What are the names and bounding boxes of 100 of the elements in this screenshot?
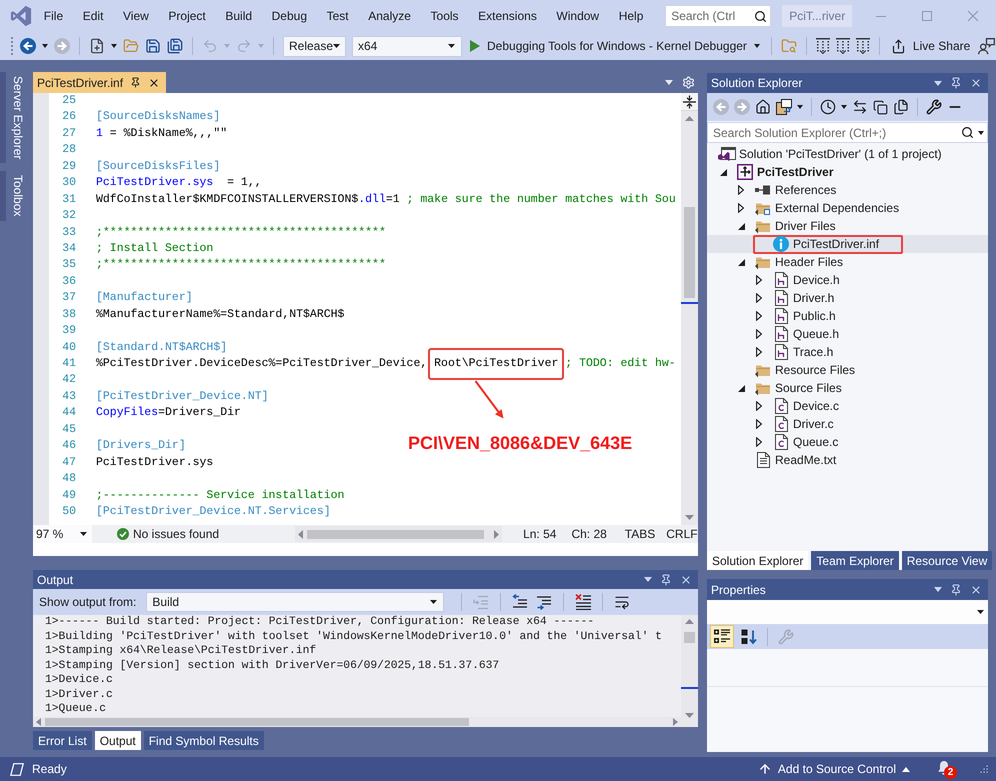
search-field[interactable]: Search Solution Explorer (Ctrl+;) (707, 122, 988, 143)
expand-arrow-icon[interactable] (756, 347, 762, 357)
documents-icon[interactable] (893, 99, 909, 115)
caret-icon[interactable] (430, 600, 438, 604)
search-field[interactable]: Search (Ctrl (665, 5, 772, 27)
caret-icon[interactable] (111, 44, 117, 48)
document-tab[interactable]: PciTestDriver.inf (33, 72, 166, 93)
scroll-down-icon[interactable] (685, 514, 694, 520)
indent-mode[interactable]: TABS (624, 527, 656, 541)
menu-item[interactable]: Analyze (358, 5, 421, 27)
scroll-right-icon[interactable] (673, 718, 678, 726)
caret-icon[interactable] (977, 610, 984, 614)
scrollbar-thumb[interactable] (45, 718, 469, 726)
horizontal-scrollbar[interactable] (33, 717, 681, 727)
search-icon[interactable] (754, 10, 768, 22)
view-toggle-button[interactable] (710, 625, 734, 648)
close-icon[interactable] (148, 76, 160, 88)
menu-item[interactable]: Window (546, 5, 609, 27)
scroll-up-icon[interactable] (685, 116, 694, 120)
expand-arrow-icon[interactable] (756, 329, 762, 339)
split-icon[interactable] (683, 94, 696, 108)
menu-item[interactable]: Edit (72, 5, 114, 27)
scrollbar-thumb[interactable] (307, 530, 484, 538)
resize-grip-icon[interactable] (980, 765, 988, 773)
wrench-icon[interactable] (926, 99, 942, 115)
expand-arrow-icon[interactable] (756, 311, 762, 321)
tree-item[interactable]: Trace.h (707, 343, 988, 361)
tree-item[interactable]: Public.h (707, 307, 988, 325)
scroll-left-icon[interactable] (36, 718, 41, 726)
scroll-left-icon[interactable] (298, 530, 304, 538)
sync-icon[interactable] (852, 99, 868, 115)
panel-tab[interactable]: Team Explorer (811, 551, 899, 570)
tree-item[interactable]: ReadMe.txt (707, 451, 988, 469)
expand-arrow-icon[interactable] (738, 203, 744, 213)
list-arrow-up-icon[interactable] (512, 594, 528, 610)
menu-item[interactable]: Help (608, 5, 654, 27)
scroll-down-icon[interactable] (685, 712, 694, 718)
source-control-button[interactable]: Add to Source Control (758, 762, 910, 776)
start-debugging-button[interactable]: Debugging Tools for Windows - Kernel Debugger (468, 37, 762, 55)
menu-item[interactable]: Project (158, 5, 216, 27)
expand-arrow-icon[interactable] (738, 185, 744, 195)
menu-item[interactable]: Test (316, 5, 358, 27)
panel-tab[interactable]: Find Symbol Results (144, 731, 264, 750)
tree-item[interactable]: Source Files (707, 379, 988, 397)
stacked-windows-icon[interactable] (873, 100, 888, 114)
tree-item[interactable]: Device.h (707, 271, 988, 289)
settings-icon[interactable] (682, 76, 695, 89)
menu-item[interactable]: Tools (420, 5, 468, 27)
caret-icon[interactable] (80, 532, 87, 536)
caret-icon[interactable] (448, 44, 455, 48)
new-file-icon[interactable] (89, 38, 105, 54)
window-arrows-icon[interactable] (776, 99, 792, 115)
feedback-icon[interactable] (978, 38, 996, 54)
tree-item[interactable]: Resource Files (707, 361, 988, 379)
pin-icon[interactable] (950, 584, 962, 596)
clear-list-icon[interactable] (575, 594, 592, 610)
caret-icon[interactable] (797, 105, 803, 109)
tree-item[interactable]: Driver.h (707, 289, 988, 307)
output-source-dropdown[interactable]: Build (146, 592, 444, 612)
home-icon[interactable] (755, 99, 771, 115)
search-icon[interactable] (961, 126, 974, 139)
vertical-scrollbar[interactable] (681, 93, 698, 525)
grip-icon[interactable] (10, 37, 14, 55)
close-icon[interactable] (970, 584, 982, 596)
close-icon[interactable] (680, 574, 692, 586)
scroll-up-icon[interactable] (685, 618, 694, 624)
tree-item[interactable]: Driver.c (707, 415, 988, 433)
menu-item[interactable]: Extensions (468, 5, 547, 27)
tree-item[interactable]: Device.c (707, 397, 988, 415)
expand-arrow-icon[interactable] (756, 437, 762, 447)
menu-item[interactable]: File (34, 5, 73, 27)
live-share-button[interactable]: Live Share (888, 36, 972, 56)
tree-item[interactable]: Queue.c (707, 433, 988, 451)
dotted-layout-icon[interactable] (856, 38, 870, 54)
collapse-arrow-icon[interactable] (720, 168, 727, 176)
back-icon[interactable] (20, 38, 36, 54)
dotted-layout-icon[interactable] (836, 38, 850, 54)
platform-dropdown[interactable]: x64 (352, 36, 462, 56)
caret-icon[interactable] (754, 44, 760, 48)
scrollbar-thumb[interactable] (684, 632, 695, 643)
dotted-layout-icon[interactable] (816, 38, 830, 54)
save-icon[interactable] (145, 38, 161, 54)
expand-arrow-icon[interactable] (756, 401, 762, 411)
tree-item[interactable]: Queue.h (707, 325, 988, 343)
clock-icon[interactable] (820, 99, 836, 115)
caret-icon[interactable] (978, 130, 984, 134)
horizontal-scrollbar[interactable] (295, 526, 502, 542)
expand-arrow-icon[interactable] (756, 275, 762, 285)
pin-icon[interactable] (660, 574, 672, 586)
collapse-arrow-icon[interactable] (738, 258, 745, 266)
tree-item[interactable]: PciTestDriver.inf (707, 235, 988, 253)
line-ending[interactable]: CRLF (666, 527, 698, 541)
caret-icon[interactable] (42, 44, 48, 48)
scrollbar-thumb[interactable] (684, 207, 695, 298)
collapse-arrow-icon[interactable] (738, 222, 745, 230)
scroll-right-icon[interactable] (494, 530, 500, 538)
pin-icon[interactable] (130, 77, 142, 88)
tree-item[interactable]: References (707, 181, 988, 199)
tree-item[interactable]: Header Files (707, 253, 988, 271)
caret-icon[interactable] (333, 44, 340, 48)
